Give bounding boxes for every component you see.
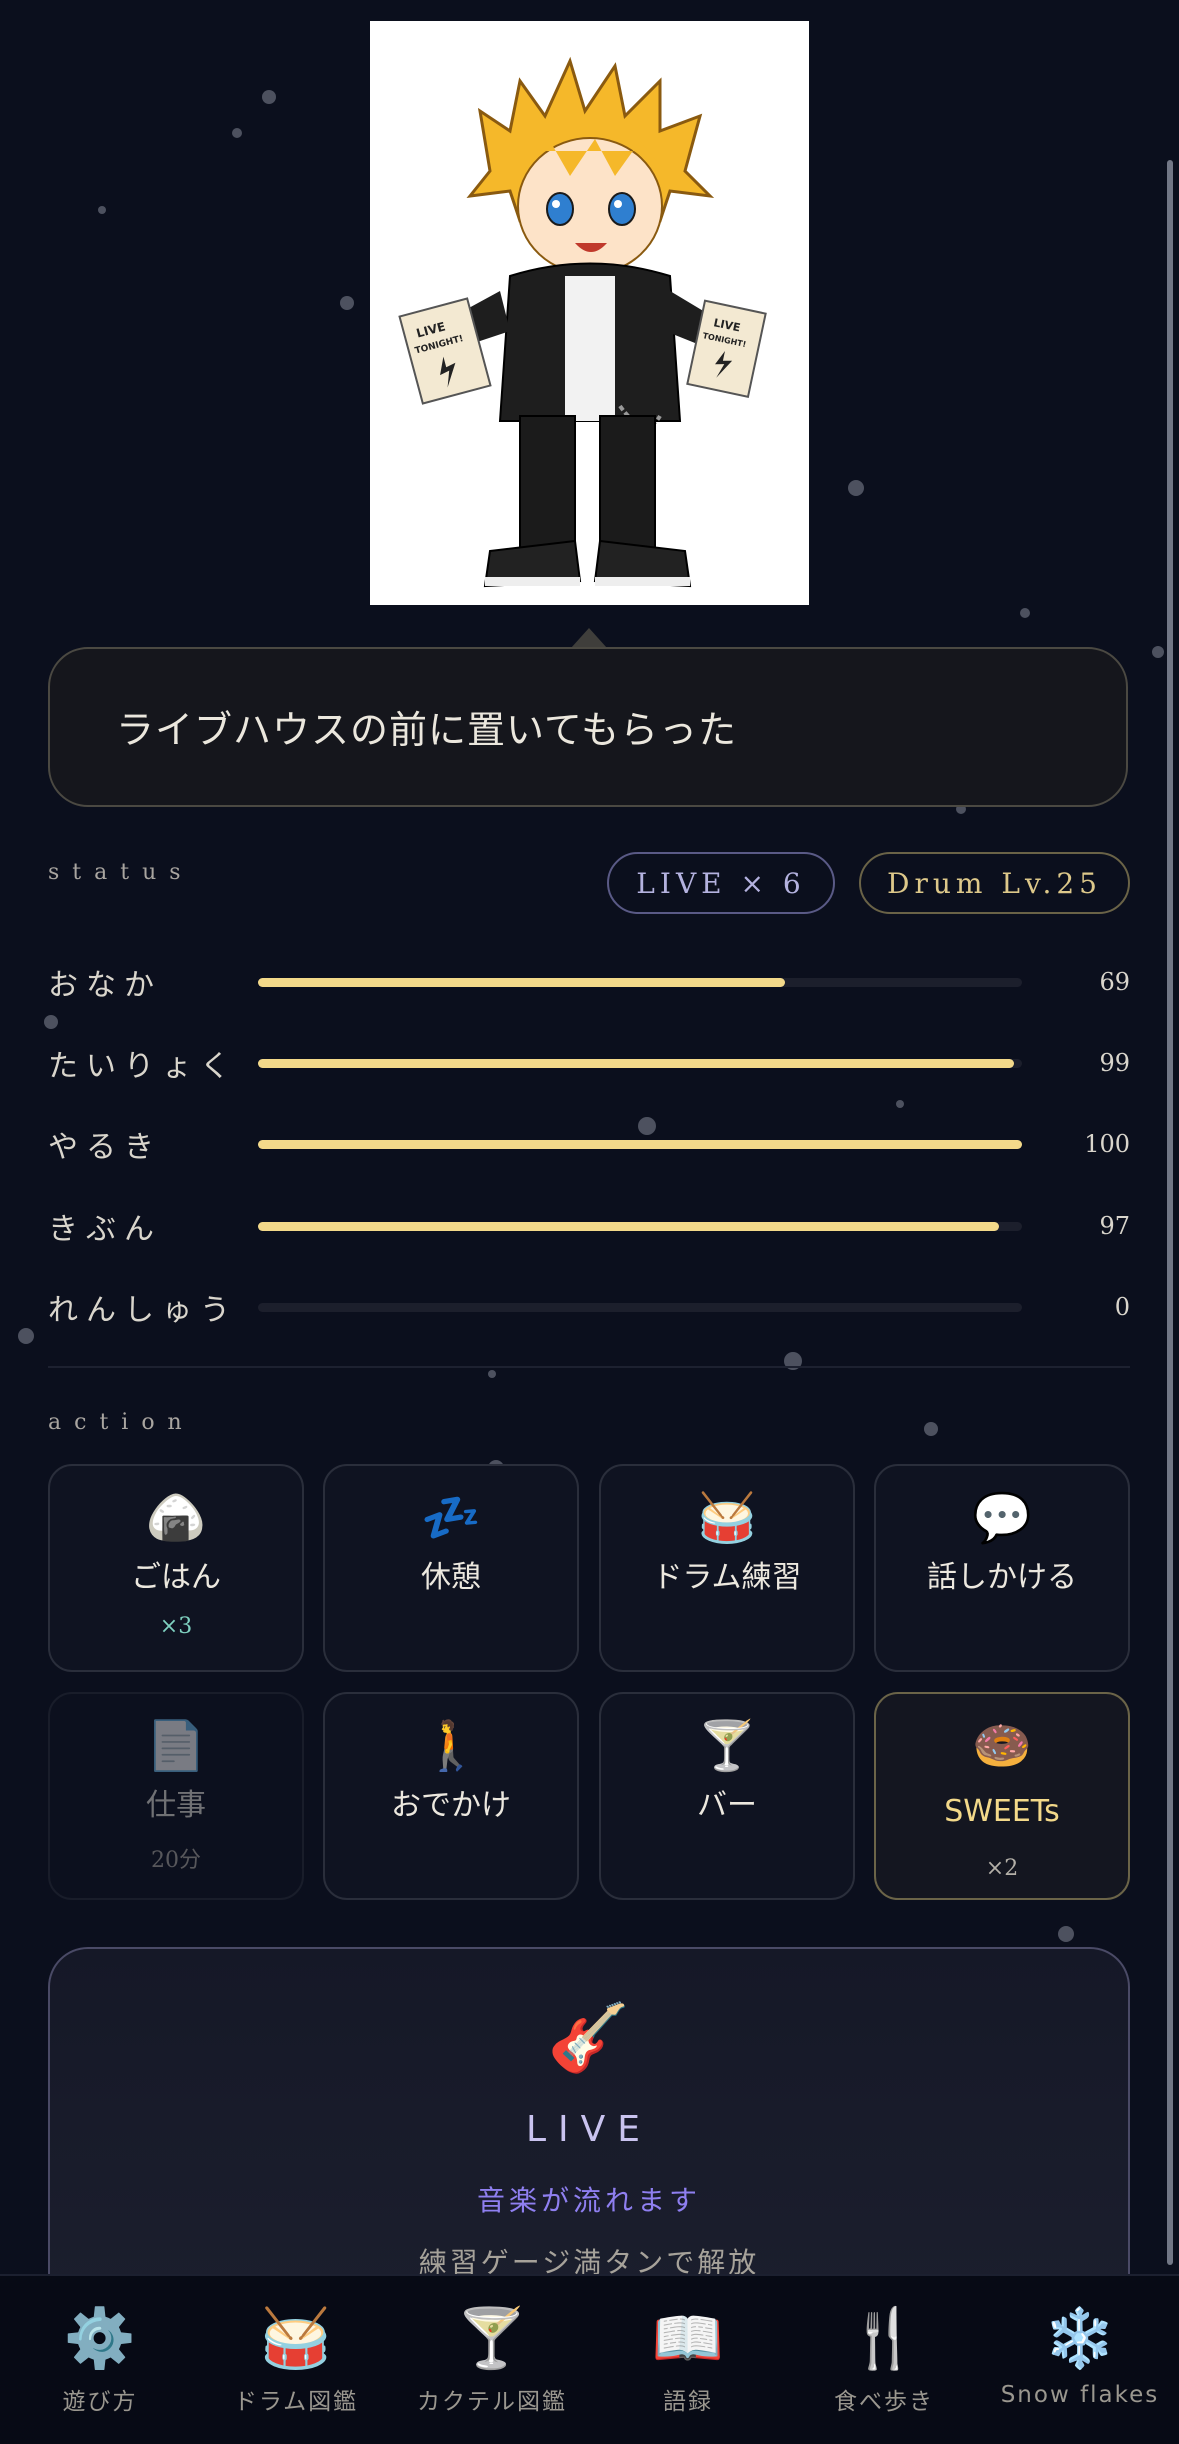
- snow-particle: [1020, 608, 1030, 618]
- nav-label: カクテル図鑑: [417, 2389, 567, 2415]
- stat-row-tairyoku: たいりょく 99: [48, 1041, 1130, 1091]
- action-bar-button[interactable]: 🍸 バー: [599, 1692, 855, 1900]
- snow-particle: [262, 90, 276, 104]
- nav-cocktail-encyclopedia[interactable]: 🍸 カクテル図鑑: [394, 2276, 590, 2444]
- snow-particle: [924, 1422, 938, 1436]
- snow-particle: [340, 296, 354, 310]
- action-drum-practice-button[interactable]: 🥁 ドラム練習: [599, 1464, 855, 1672]
- drum-icon: 🥁: [259, 2304, 333, 2372]
- action-label: ドラム練習: [652, 1560, 802, 1595]
- speech-bubble-tip: [571, 628, 607, 648]
- live-title: LIVE: [525, 2109, 653, 2150]
- nav-quotes[interactable]: 📖 語録: [590, 2276, 786, 2444]
- rice-ball-icon: 🍙: [146, 1490, 206, 1546]
- nav-snow-flakes[interactable]: ❄️ Snow flakes: [982, 2276, 1178, 2444]
- action-label: ごはん: [131, 1560, 221, 1595]
- action-label: 仕事: [146, 1788, 206, 1823]
- stat-row-kibun: きぶん 97: [48, 1204, 1130, 1254]
- sleep-icon: 💤: [421, 1490, 481, 1546]
- snow-particle: [98, 206, 106, 214]
- stat-bar-track: [258, 1140, 1022, 1149]
- action-talk-button[interactable]: 💬 話しかける: [874, 1464, 1130, 1672]
- stat-row-yaruki: やるき 100: [48, 1122, 1130, 1172]
- stat-label: たいりょく: [48, 1049, 238, 1084]
- action-sweets-button[interactable]: 🍩 SWEETs ×2: [874, 1692, 1130, 1900]
- action-label: おでかけ: [391, 1788, 511, 1823]
- stat-value: 69: [1099, 968, 1130, 996]
- stat-row-renshuu: れんしゅう 0: [48, 1285, 1130, 1335]
- action-label: 話しかける: [927, 1560, 1077, 1595]
- cocktail-icon: 🍸: [697, 1718, 757, 1774]
- snow-particle: [232, 128, 242, 138]
- section-divider: [48, 1366, 1130, 1368]
- scrollbar[interactable]: [1167, 160, 1173, 2265]
- nav-label: Snow flakes: [1000, 2382, 1160, 2408]
- action-rest-button[interactable]: 💤 休憩: [323, 1464, 579, 1672]
- snow-particle: [44, 1015, 58, 1029]
- stat-label: やるき: [48, 1130, 162, 1165]
- action-count: ×3: [159, 1614, 193, 1639]
- stat-bar-track: [258, 1303, 1022, 1312]
- stat-row-onaka: おなか 69: [48, 960, 1130, 1010]
- live-subtitle: 音楽が流れます: [476, 2184, 701, 2217]
- snow-particle: [896, 1100, 904, 1108]
- action-timer: 20分: [151, 1848, 201, 1873]
- action-label: 休憩: [421, 1560, 481, 1595]
- fork-knife-icon: 🍴: [847, 2304, 921, 2372]
- snow-particle: [18, 1328, 34, 1344]
- character-portrait: LIVE TONIGHT! LIVE TONIGHT!: [370, 21, 809, 605]
- stat-value: 99: [1099, 1049, 1130, 1077]
- cocktail-icon: 🍸: [455, 2304, 529, 2372]
- speech-bubble: ライブハウスの前に置いてもらった: [48, 647, 1128, 807]
- nav-how-to-play[interactable]: ⚙️ 遊び方: [2, 2276, 198, 2444]
- action-label: バー: [697, 1788, 757, 1823]
- stat-bar-track: [258, 1059, 1022, 1068]
- action-work-button[interactable]: 📄 仕事 20分: [48, 1692, 304, 1900]
- speech-text: ライブハウスの前に置いてもらった: [116, 708, 737, 752]
- walking-person-icon: 🚶: [421, 1718, 481, 1774]
- drum-level-badge: Drum Lv.25: [859, 852, 1130, 914]
- nav-label: 食べ歩き: [834, 2389, 934, 2415]
- status-section-label: status: [48, 860, 194, 885]
- snow-particle: [848, 480, 864, 496]
- stat-bar-fill: [258, 978, 786, 987]
- stat-value: 97: [1099, 1212, 1130, 1240]
- live-panel[interactable]: 🎸 LIVE 音楽が流れます 練習ゲージ満タンで解放: [48, 1947, 1130, 2287]
- stat-value: 100: [1084, 1130, 1130, 1158]
- nav-label: ドラム図鑑: [233, 2389, 359, 2415]
- speech-bubble-icon: 💬: [972, 1490, 1032, 1546]
- nav-label: 遊び方: [62, 2389, 138, 2415]
- action-outing-button[interactable]: 🚶 おでかけ: [323, 1692, 579, 1900]
- donut-icon: 🍩: [972, 1718, 1032, 1774]
- stat-value: 0: [1114, 1293, 1130, 1321]
- action-meal-button[interactable]: 🍙 ごはん ×3: [48, 1464, 304, 1672]
- drum-icon: 🥁: [697, 1490, 757, 1546]
- live-count-badge: LIVE × 6: [607, 852, 835, 914]
- stat-label: れんしゅう: [48, 1293, 238, 1328]
- nav-drum-encyclopedia[interactable]: 🥁 ドラム図鑑: [198, 2276, 394, 2444]
- snowflake-icon: ❄️: [1043, 2304, 1117, 2372]
- stat-bar-fill: [258, 1059, 1015, 1068]
- document-icon: 📄: [146, 1718, 206, 1774]
- nav-label: 語録: [663, 2389, 713, 2415]
- action-section-label: action: [48, 1410, 195, 1435]
- snow-particle: [488, 1370, 496, 1378]
- action-count: ×2: [985, 1856, 1019, 1881]
- stat-bar-fill: [258, 1140, 1022, 1149]
- stat-bar-track: [258, 978, 1022, 987]
- bottom-nav: ⚙️ 遊び方 🥁 ドラム図鑑 🍸 カクテル図鑑 📖 語録 🍴 食べ歩き ❄️ S…: [0, 2274, 1179, 2444]
- stat-bar-fill: [258, 1222, 1000, 1231]
- nav-food-tour[interactable]: 🍴 食べ歩き: [786, 2276, 982, 2444]
- stat-label: おなか: [48, 968, 162, 1003]
- snow-particle: [1152, 646, 1164, 658]
- open-book-icon: 📖: [651, 2304, 725, 2372]
- snow-particle: [1058, 1926, 1074, 1942]
- gear-icon: ⚙️: [63, 2304, 137, 2372]
- guitar-icon: 🎸: [547, 1999, 631, 2076]
- stat-bar-track: [258, 1222, 1022, 1231]
- stat-label: きぶん: [48, 1212, 162, 1247]
- action-label: SWEETs: [944, 1794, 1060, 1829]
